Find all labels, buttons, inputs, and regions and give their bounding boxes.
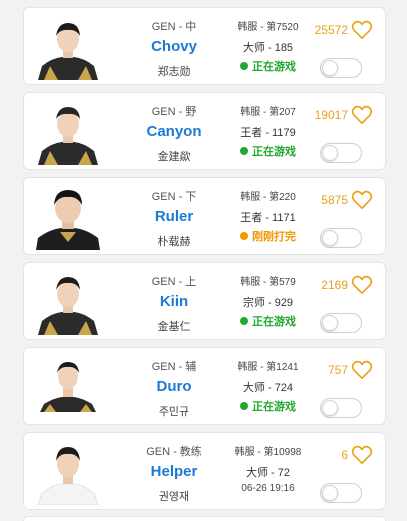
player-real-name: 金建歘 [157,151,191,163]
player-card-partial [23,516,386,521]
follow-toggle[interactable] [320,398,362,418]
team-role: GEN - 下 [151,191,197,203]
player-card[interactable]: GEN - 教练 Helper 권영재 韩服 - 第10998 大师 - 72 … [23,432,386,510]
last-played-label: 06-26 19:16 [241,483,295,494]
game-status: 正在游戏 [228,313,308,329]
status-dot-icon [240,402,248,410]
heart-outline-icon[interactable] [351,20,373,40]
rank-tier: 王者 - 1171 [240,212,296,224]
player-nickname[interactable]: Ruler [122,208,226,225]
team-role: GEN - 中 [151,21,197,33]
player-avatar [36,99,100,165]
follow-toggle[interactable] [320,228,362,248]
toggle-knob [322,400,338,416]
rank-tier: 大师 - 72 [245,467,290,479]
follow-toggle[interactable] [320,483,362,503]
server-rank: 韩服 - 第7520 [237,22,299,33]
player-card[interactable]: GEN - 野 Canyon 金建歘 韩服 - 第207 王者 - 1179 正… [23,92,386,170]
player-photo [36,354,100,420]
player-avatar [36,269,100,335]
game-status-label: 刚刚打完 [252,231,296,243]
follow-toggle[interactable] [320,143,362,163]
like-button[interactable]: 757 [328,360,373,380]
game-status: 正在游戏 [228,398,308,414]
rank-tier: 宗师 - 929 [242,297,294,309]
game-status: 刚刚打完 [228,228,308,244]
player-avatar [36,439,100,505]
team-role: GEN - 教练 [146,446,202,458]
like-button[interactable]: 19017 [315,105,373,125]
player-photo [36,269,100,335]
rank-tier: 大师 - 724 [242,382,294,394]
toggle-knob [322,60,338,76]
player-card[interactable]: GEN - 辅 Duro 주민규 韩服 - 第1241 大师 - 724 正在游… [23,347,386,425]
status-dot-icon [240,317,248,325]
follow-toggle[interactable] [320,313,362,333]
rank-tier: 王者 - 1179 [240,127,296,139]
toggle-knob [322,230,338,246]
team-role: GEN - 上 [151,276,197,288]
status-dot-icon [240,232,248,240]
game-status-label: 正在游戏 [252,61,296,73]
heart-outline-icon[interactable] [351,105,373,125]
player-card[interactable]: GEN - 中 Chovy 郑志勋 韩服 - 第7520 大师 - 185 正在… [23,7,386,85]
player-nickname[interactable]: Duro [122,378,226,395]
rank-tier: 大师 - 185 [242,42,294,54]
player-card[interactable]: GEN - 上 Kiin 金基仁 韩服 - 第579 宗师 - 929 正在游戏… [23,262,386,340]
player-nickname[interactable]: Chovy [122,38,226,55]
like-count: 25572 [314,23,348,37]
player-photo [36,439,100,505]
toggle-knob [322,315,338,331]
team-role: GEN - 辅 [151,361,197,373]
follow-toggle[interactable] [320,58,362,78]
heart-outline-icon[interactable] [351,360,373,380]
server-rank: 韩服 - 第1241 [237,362,299,373]
server-rank: 韩服 - 第220 [240,192,296,203]
like-count: 757 [327,363,348,377]
player-real-name: 郑志勋 [157,66,191,78]
player-photo [36,14,100,80]
like-button[interactable]: 2169 [321,275,373,295]
player-avatar [36,354,100,420]
like-button[interactable]: 5875 [321,190,373,210]
status-dot-icon [240,62,248,70]
player-real-name: 金基仁 [157,321,191,333]
team-role: GEN - 野 [151,106,197,118]
like-button[interactable]: 25572 [315,20,373,40]
heart-outline-icon[interactable] [351,275,373,295]
toggle-knob [322,485,338,501]
player-nickname[interactable]: Helper [122,463,226,480]
player-real-name: 주민규 [158,406,190,418]
like-button[interactable]: 6 [341,445,373,465]
player-card[interactable]: GEN - 下 Ruler 朴载赫 韩服 - 第220 王者 - 1171 刚刚… [23,177,386,255]
game-status: 正在游戏 [228,143,308,159]
game-status-label: 正在游戏 [252,316,296,328]
player-nickname[interactable]: Canyon [122,123,226,140]
status-dot-icon [240,147,248,155]
heart-outline-icon[interactable] [351,190,373,210]
player-avatar [36,184,100,250]
player-real-name: 朴载赫 [157,236,191,248]
server-rank: 韩服 - 第579 [240,277,296,288]
player-avatar [36,14,100,80]
like-count: 2169 [321,278,348,292]
like-count: 5875 [321,193,348,207]
game-status-label: 正在游戏 [252,401,296,413]
game-status: 正在游戏 [228,58,308,74]
game-status-label: 正在游戏 [252,146,296,158]
toggle-knob [322,145,338,161]
like-count: 6 [341,448,348,462]
player-real-name: 권영재 [158,491,190,503]
like-count: 19017 [314,108,348,122]
player-photo [36,184,100,250]
heart-outline-icon[interactable] [351,445,373,465]
server-rank: 韩服 - 第207 [240,107,296,118]
last-played-time: 06-26 19:16 [228,483,308,494]
player-photo [36,99,100,165]
server-rank: 韩服 - 第10998 [234,447,302,458]
player-nickname[interactable]: Kiin [122,293,226,310]
